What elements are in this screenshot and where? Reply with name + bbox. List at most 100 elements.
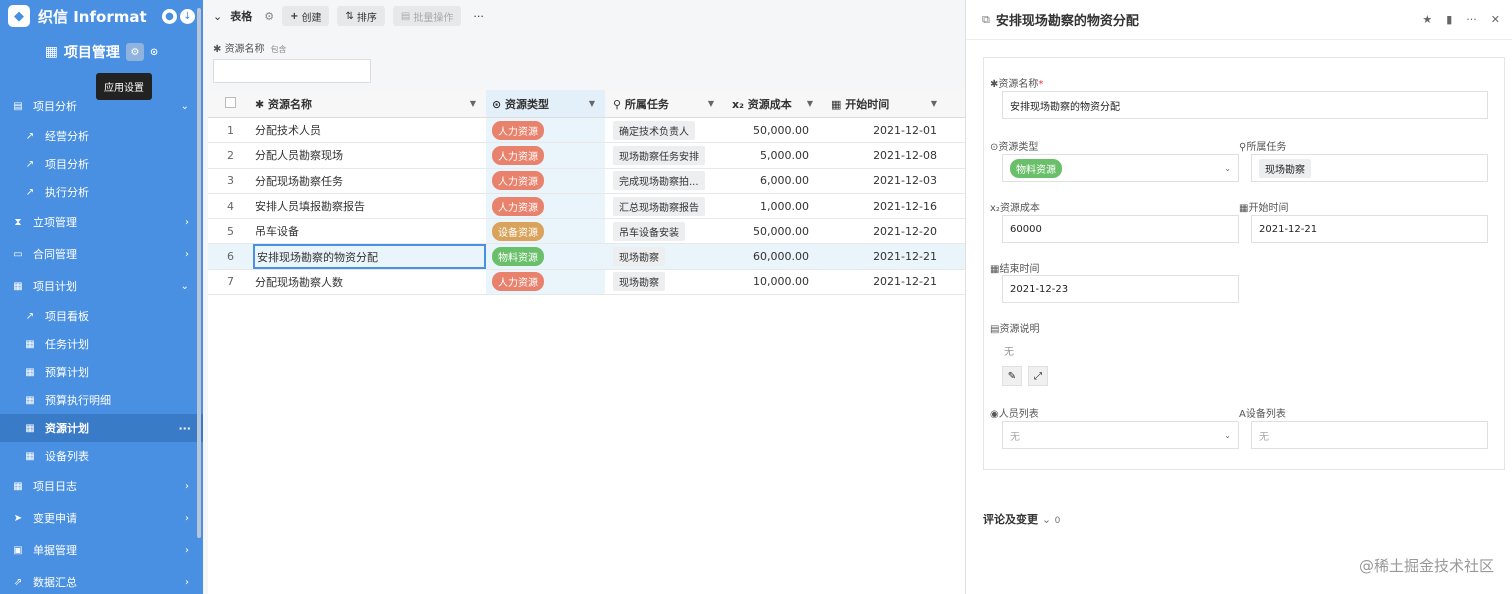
- start-field[interactable]: 2021-12-21: [1251, 215, 1488, 243]
- cell-start[interactable]: 2021-12-20: [823, 219, 947, 243]
- cell-cost[interactable]: 60,000.00: [724, 244, 823, 268]
- view-settings-icon[interactable]: ⚙: [264, 10, 274, 23]
- cell-name[interactable]: 分配人员勘察现场: [253, 143, 486, 167]
- table-row[interactable]: 1 分配技术人员 人力资源 确定技术负责人 50,000.00 2021-12-01: [208, 118, 965, 144]
- header-name[interactable]: ✱ 资源名称 ▼: [253, 90, 486, 117]
- star-icon[interactable]: ★: [1422, 13, 1432, 26]
- sidebar-item[interactable]: ▦ 项目计划 ⌄: [0, 270, 203, 302]
- more-icon[interactable]: ···: [1466, 13, 1477, 26]
- cell-start[interactable]: 2021-12-01: [823, 118, 947, 142]
- cell-name[interactable]: 分配技术人员: [253, 118, 486, 142]
- table-row[interactable]: 4 安排人员填报勘察报告 人力资源 汇总现场勘察报告 1,000.00 2021-12-1…: [208, 193, 965, 220]
- header-start[interactable]: ▦ 开始时间 ▼: [823, 90, 947, 117]
- more-icon[interactable]: ···: [473, 10, 484, 23]
- cell-task[interactable]: 汇总现场勘察报告: [605, 194, 724, 218]
- people-label: ◉人员列表: [990, 409, 1039, 420]
- row-number: 6: [227, 250, 234, 264]
- sidebar-item[interactable]: ▦ 预算计划: [0, 358, 203, 386]
- sidebar-item[interactable]: ↗ 项目看板: [0, 302, 203, 330]
- cell-type[interactable]: 人力资源: [486, 118, 605, 143]
- cell-cost[interactable]: 50,000.00: [724, 219, 823, 243]
- cell-type[interactable]: 人力资源: [486, 193, 605, 219]
- header-type[interactable]: ⊙ 资源类型 ▼: [486, 90, 605, 117]
- edit-icon[interactable]: ✎: [1002, 366, 1022, 386]
- cell-type[interactable]: 人力资源: [486, 143, 605, 168]
- cell-name[interactable]: 分配现场勘察任务: [253, 169, 486, 193]
- toolbar: ⌄ 表格 ⚙ + 创建 ⇅ 排序 ▤ 批量操作 ···: [203, 0, 965, 32]
- sidebar-item[interactable]: ▦ 预算执行明细: [0, 386, 203, 414]
- expand-icon[interactable]: ⤢: [1028, 366, 1048, 386]
- sidebar-item[interactable]: ↗ 经营分析: [0, 122, 203, 150]
- cell-name[interactable]: 安排现场勘察的物资分配: [253, 244, 486, 269]
- scrollbar[interactable]: [197, 8, 201, 538]
- cell-task[interactable]: 完成现场勘察拍...: [605, 169, 724, 193]
- cell-start[interactable]: 2021-12-03: [823, 169, 947, 193]
- sidebar-item[interactable]: ↗ 项目分析: [0, 150, 203, 178]
- people-select[interactable]: 无 ⌄: [1002, 421, 1239, 449]
- cell-task[interactable]: 现场勘察: [605, 244, 724, 268]
- cell-task[interactable]: 现场勘察: [605, 270, 724, 294]
- cell-start[interactable]: 2021-12-21: [823, 244, 947, 268]
- type-select[interactable]: 物料资源 ⌄: [1002, 154, 1239, 182]
- cell-type[interactable]: 设备资源: [486, 219, 605, 244]
- view-name[interactable]: 表格: [230, 8, 252, 24]
- sidebar-item[interactable]: ▦ 资源计划 ···: [0, 414, 203, 442]
- download-icon[interactable]: ↓: [180, 8, 195, 24]
- cell-name[interactable]: 安排人员填报勘察报告: [253, 194, 486, 218]
- table-row[interactable]: 7 分配现场勘察人数 人力资源 现场勘察 10,000.00 2021-12-21: [208, 269, 965, 296]
- collapse-icon[interactable]: ⌄: [213, 10, 222, 23]
- batch-button[interactable]: ▤ 批量操作: [392, 6, 462, 26]
- cell-cost[interactable]: 50,000.00: [724, 118, 823, 142]
- cell-name[interactable]: 吊车设备: [253, 219, 486, 243]
- task-field[interactable]: 现场勘察: [1251, 154, 1488, 182]
- name-field[interactable]: 安排现场勘察的物资分配: [1002, 91, 1488, 119]
- cell-cost[interactable]: 6,000.00: [724, 169, 823, 193]
- sidebar-item[interactable]: ⧗ 立项管理 ›: [0, 206, 203, 238]
- cell-type[interactable]: 人力资源: [486, 168, 605, 193]
- table-row[interactable]: 6 安排现场勘察的物资分配 物料资源 现场勘察 60,000.00 2021-12-21: [208, 244, 965, 270]
- chevron-right-icon: ›: [185, 576, 189, 588]
- cell-start[interactable]: 2021-12-08: [823, 143, 947, 167]
- sidebar-item[interactable]: ▤ 项目分析 ⌄: [0, 90, 203, 122]
- create-button[interactable]: + 创建: [282, 6, 330, 26]
- sidebar-item[interactable]: ▦ 任务计划: [0, 330, 203, 358]
- sidebar-item[interactable]: ⇗ 数据汇总 ›: [0, 566, 203, 594]
- sidebar-item[interactable]: ▦ 设备列表: [0, 442, 203, 470]
- cell-start[interactable]: 2021-12-16: [823, 194, 947, 218]
- filter-op[interactable]: 包含: [271, 45, 287, 54]
- cell-cost[interactable]: 10,000.00: [724, 270, 823, 294]
- cell-task[interactable]: 吊车设备安装: [605, 219, 724, 243]
- sidebar-item[interactable]: ▣ 单据管理 ›: [0, 534, 203, 566]
- sidebar-item[interactable]: ↗ 执行分析: [0, 178, 203, 206]
- equip-field[interactable]: 无: [1251, 421, 1488, 449]
- cost-field[interactable]: 60000: [1002, 215, 1239, 243]
- table-row[interactable]: 5 吊车设备 设备资源 吊车设备安装 50,000.00 2021-12-20: [208, 219, 965, 245]
- more-icon[interactable]: ···: [178, 422, 191, 435]
- close-icon[interactable]: ✕: [1491, 13, 1500, 26]
- table-row[interactable]: 3 分配现场勘察任务 人力资源 完成现场勘察拍... 6,000.00 2021-12-0…: [208, 168, 965, 194]
- cell-name[interactable]: 分配现场勘察人数: [253, 270, 486, 294]
- cell-cost[interactable]: 5,000.00: [724, 143, 823, 167]
- header-cost[interactable]: x₂ 资源成本 ▼: [724, 90, 823, 117]
- circle-icon[interactable]: ⊙: [150, 47, 158, 58]
- cell-type[interactable]: 物料资源: [486, 244, 605, 269]
- filter-input[interactable]: [213, 59, 371, 83]
- cell-type[interactable]: 人力资源: [486, 269, 605, 295]
- header-task[interactable]: ⚲ 所属任务 ▼: [605, 90, 724, 117]
- sidebar-item[interactable]: ▦ 项目日志 ›: [0, 470, 203, 502]
- cell-task[interactable]: 确定技术负责人: [605, 118, 724, 142]
- settings-icon[interactable]: ⚙: [125, 43, 144, 61]
- avatar-icon[interactable]: ●: [162, 8, 177, 24]
- sidebar-item[interactable]: ➤ 变更申请 ›: [0, 502, 203, 534]
- select-all-checkbox[interactable]: [225, 96, 236, 108]
- cell-cost[interactable]: 1,000.00: [724, 194, 823, 218]
- sidebar-item[interactable]: ▭ 合同管理 ›: [0, 238, 203, 270]
- end-field[interactable]: 2021-12-23: [1002, 275, 1239, 303]
- cell-task[interactable]: 现场勘察任务安排: [605, 143, 724, 167]
- cell-start[interactable]: 2021-12-21: [823, 270, 947, 294]
- sort-button[interactable]: ⇅ 排序: [337, 6, 385, 26]
- table-row[interactable]: 2 分配人员勘察现场 人力资源 现场勘察任务安排 5,000.00 2021-12-08: [208, 143, 965, 169]
- comments-section[interactable]: 评论及变更 ⌄ 0: [983, 511, 1060, 527]
- menu-icon: ▦: [25, 422, 35, 434]
- delete-icon[interactable]: ▮: [1446, 13, 1452, 26]
